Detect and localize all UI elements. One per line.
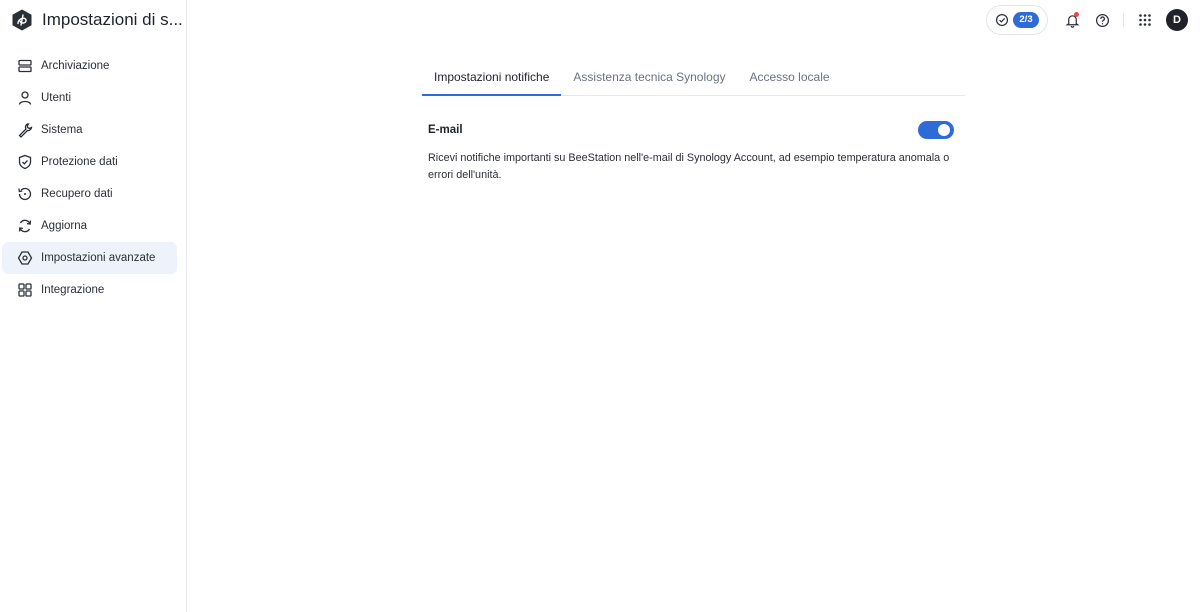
- tasks-button[interactable]: 2/3: [986, 5, 1048, 35]
- sidebar-item-label: Integrazione: [41, 284, 105, 296]
- sidebar-item-protezione-dati[interactable]: Protezione dati: [2, 146, 177, 178]
- email-notification-setting: E-mail Ricevi notifiche importanti su Be…: [422, 121, 965, 184]
- tab-impostazioni-notifiche[interactable]: Impostazioni notifiche: [422, 58, 562, 96]
- topbar-actions: 2/3 D: [986, 5, 1188, 35]
- refresh-icon: [18, 219, 32, 233]
- sidebar-item-label: Recupero dati: [41, 188, 113, 200]
- apps-grid-icon: [1139, 14, 1151, 26]
- sidebar-item-recupero-dati[interactable]: Recupero dati: [2, 178, 177, 210]
- shield-check-icon: [18, 154, 32, 170]
- tab-accesso-locale[interactable]: Accesso locale: [738, 58, 842, 95]
- restore-icon: [18, 187, 32, 201]
- brand: Impostazioni di s...: [10, 7, 183, 33]
- hexagon-gear-icon: [17, 251, 33, 265]
- sidebar: Impostazioni di s... Archiviazione Utent…: [0, 0, 187, 612]
- apps-menu-button[interactable]: [1130, 5, 1160, 35]
- beestation-logo-icon: [12, 9, 32, 31]
- sidebar-item-archiviazione[interactable]: Archiviazione: [2, 50, 177, 82]
- tab-bar: Impostazioni notifiche Assistenza tecnic…: [422, 58, 965, 96]
- sidebar-item-sistema[interactable]: Sistema: [2, 114, 177, 146]
- sidebar-item-label: Protezione dati: [41, 156, 118, 168]
- user-avatar[interactable]: D: [1166, 9, 1188, 31]
- sidebar-item-label: Utenti: [41, 92, 72, 104]
- tab-assistenza-tecnica[interactable]: Assistenza tecnica Synology: [561, 58, 737, 95]
- main-content: Impostazioni notifiche Assistenza tecnic…: [422, 58, 965, 184]
- topbar-divider: [1123, 13, 1124, 27]
- check-circle-icon: [996, 13, 1009, 27]
- sidebar-item-label: Aggiorna: [41, 220, 88, 232]
- sidebar-item-label: Sistema: [41, 124, 83, 136]
- user-icon: [18, 91, 32, 105]
- sidebar-nav: Archiviazione Utenti Sistema Protezione …: [2, 50, 177, 306]
- setting-title: E-mail: [428, 124, 463, 136]
- email-toggle[interactable]: [918, 121, 954, 139]
- help-button[interactable]: [1087, 5, 1117, 35]
- storage-icon: [18, 59, 32, 73]
- tasks-badge: 2/3: [1013, 12, 1039, 28]
- setting-description: Ricevi notifiche importanti su BeeStatio…: [428, 152, 950, 181]
- app-window: Impostazioni di s... Archiviazione Utent…: [0, 0, 1200, 612]
- sidebar-item-utenti[interactable]: Utenti: [2, 82, 177, 114]
- grid-apps-icon: [18, 283, 32, 297]
- sidebar-item-integrazione[interactable]: Integrazione: [2, 274, 177, 306]
- wrench-icon: [18, 123, 33, 138]
- toggle-knob: [938, 124, 950, 136]
- page-title: Impostazioni di s...: [42, 10, 183, 29]
- notification-dot: [1074, 12, 1079, 17]
- sidebar-item-label: Impostazioni avanzate: [41, 252, 156, 264]
- sidebar-item-aggiorna[interactable]: Aggiorna: [2, 210, 177, 242]
- sidebar-item-label: Archiviazione: [41, 60, 110, 72]
- sidebar-item-impostazioni-avanzate[interactable]: Impostazioni avanzate: [2, 242, 177, 274]
- help-circle-icon: [1095, 13, 1109, 27]
- notifications-button[interactable]: [1057, 5, 1087, 35]
